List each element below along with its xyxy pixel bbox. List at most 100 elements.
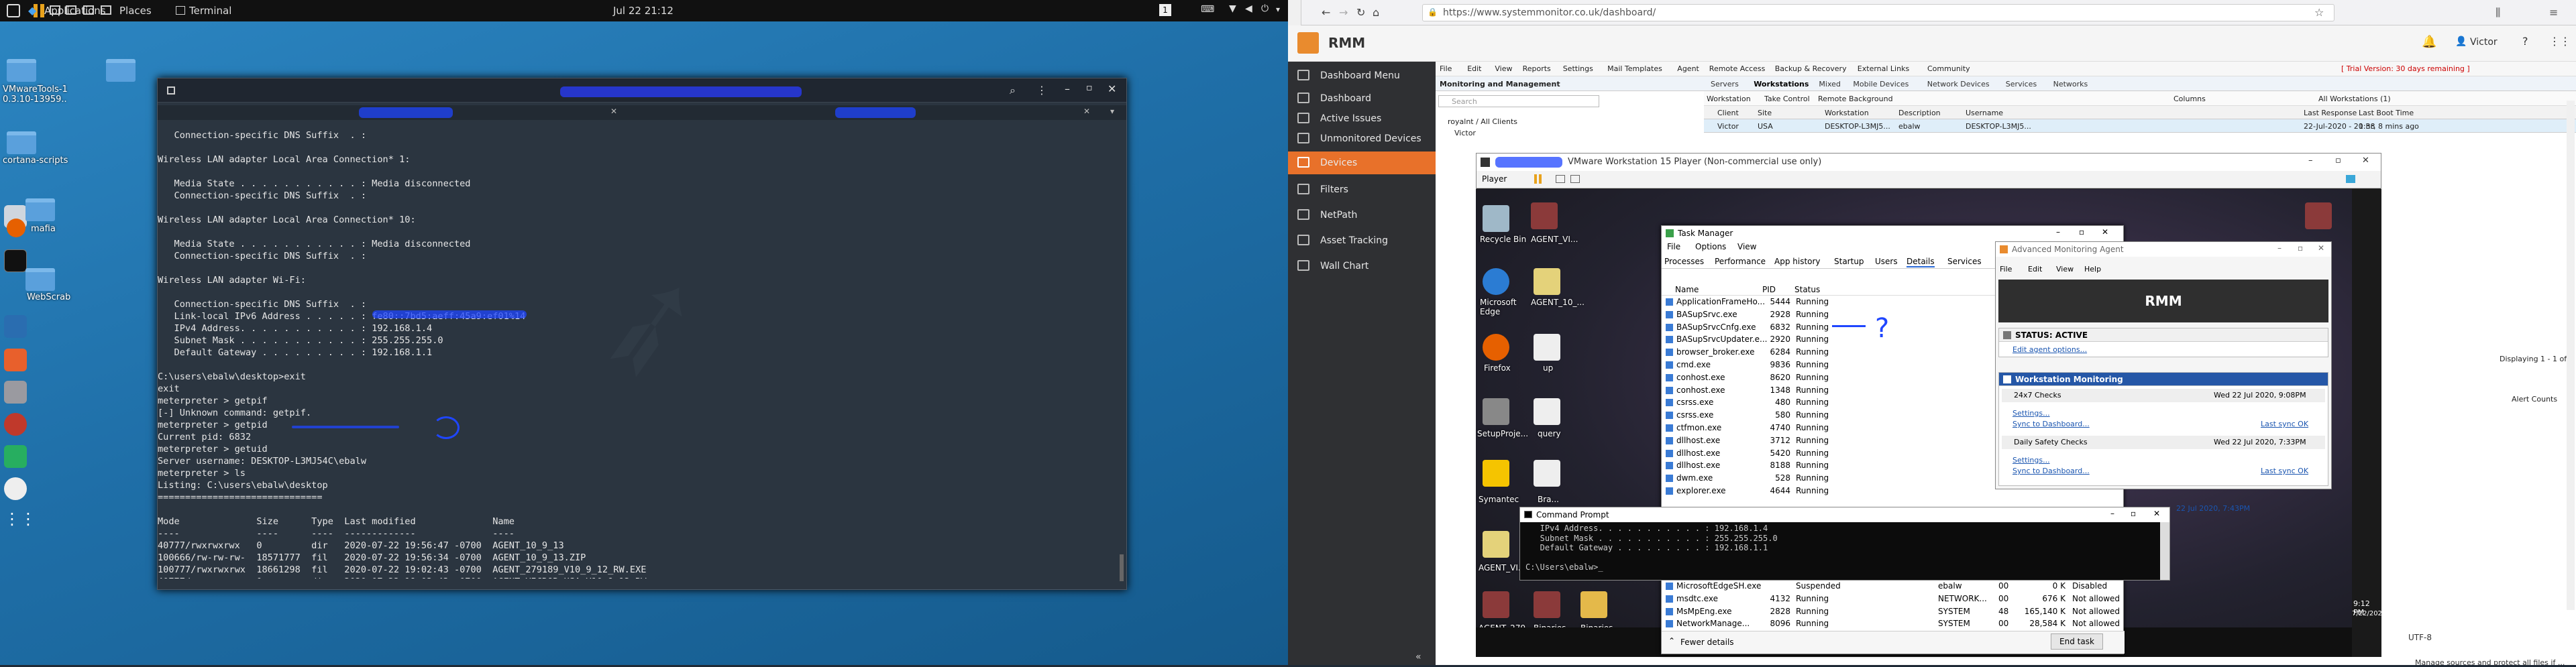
tm-tab-services[interactable]: Services: [1947, 257, 1982, 266]
apps-grid-icon[interactable]: ⋮⋮: [2549, 35, 2571, 48]
user-name[interactable]: Victor: [2470, 37, 2498, 48]
tm-process-row[interactable]: dwm.exe 528 Running: [1663, 472, 2039, 484]
tm-process-row[interactable]: browser_broker.exe 6284 Running: [1663, 346, 2039, 358]
tree-victor[interactable]: Victor: [1454, 129, 1476, 137]
kali-dragon-icon[interactable]: ◆: [28, 4, 36, 17]
check1-sync-link[interactable]: Sync to Dashboard...: [2012, 420, 2090, 428]
take-control-button[interactable]: Take Control: [1764, 95, 1810, 103]
menubar-item[interactable]: Mail Templates: [1607, 64, 1662, 73]
tm-menu-item[interactable]: Options: [1695, 242, 1726, 251]
agent-vi-icon[interactable]: [1531, 202, 1558, 229]
winrar-icon[interactable]: [2305, 202, 2332, 229]
up-file-icon[interactable]: [1534, 334, 1560, 361]
metasploit-icon[interactable]: [4, 315, 27, 338]
tab-network-devices[interactable]: Network Devices: [1927, 80, 1990, 88]
remote-background-button[interactable]: Remote Background: [1818, 95, 1893, 103]
tm-process-row[interactable]: dllhost.exe 5420 Running: [1663, 447, 2039, 459]
search-icon[interactable]: ⌕: [1010, 84, 1016, 97]
forward-icon[interactable]: →: [1339, 6, 1348, 19]
tm-col-name[interactable]: Name: [1675, 285, 1699, 294]
agent-menu-item[interactable]: View: [2056, 265, 2074, 274]
firefox-guest-icon[interactable]: [1483, 334, 1509, 361]
vmwaretools-folder-icon[interactable]: [7, 59, 36, 82]
sidebar-unmonitored[interactable]: Unmonitored Devices: [1288, 127, 1436, 150]
tm-process-row[interactable]: BASupSrvcUpdater.e... 2920 Running: [1663, 333, 2039, 345]
tm-menu-item[interactable]: View: [1737, 242, 1756, 251]
sidebar-asset-tracking[interactable]: Asset Tracking: [1288, 229, 1436, 252]
webscrab-folder-icon[interactable]: [25, 268, 55, 291]
firefox-icon[interactable]: [7, 219, 25, 237]
bra-file-icon[interactable]: [1534, 460, 1560, 487]
tab-mixed[interactable]: Mixed: [1819, 80, 1840, 88]
menubar-item[interactable]: Edit: [1467, 64, 1481, 73]
close-icon[interactable]: ✕: [1108, 82, 1116, 95]
fewer-details-button[interactable]: Fewer details: [1680, 638, 1734, 647]
vm-minimize-icon[interactable]: –: [2308, 156, 2313, 166]
applications-menu[interactable]: Applications: [44, 5, 106, 17]
tm-process-row[interactable]: ctfmon.exe 4740 Running: [1663, 422, 2039, 434]
edit-agent-options-link[interactable]: Edit agent options...: [2012, 345, 2087, 354]
tm-col-pid[interactable]: PID: [1762, 285, 1776, 294]
agent-maximize-icon[interactable]: ▫: [2298, 243, 2303, 253]
tab-close-icon-2[interactable]: ✕: [1083, 107, 1090, 116]
armitage-icon[interactable]: [4, 381, 27, 404]
tm-process-row[interactable]: BASupSrvc.exe 2928 Running: [1663, 308, 2039, 320]
tm-tab-performance[interactable]: Performance: [1715, 257, 1766, 266]
grid-cell-1[interactable]: USA: [1758, 122, 1773, 131]
tab-menu-icon[interactable]: ▾: [1110, 107, 1114, 116]
tm-process-row[interactable]: explorer.exe 4644 Running: [1663, 485, 2039, 497]
symantec-icon[interactable]: [1483, 460, 1509, 487]
places-menu[interactable]: Places: [119, 5, 152, 17]
cmd-minimize-icon[interactable]: –: [2110, 509, 2114, 518]
bell-icon[interactable]: 🔔: [2422, 35, 2436, 49]
tm-process-row[interactable]: NetworkManage... 8096 Running SYSTEM 00 28,58…: [1663, 617, 2123, 629]
grid-header-2[interactable]: Workstation: [1825, 109, 1869, 117]
tm-process-row[interactable]: dllhost.exe 3712 Running: [1663, 434, 2039, 446]
keyboard-icon[interactable]: ⌨: [1201, 4, 1214, 15]
chevron-up-icon[interactable]: ⌃: [1668, 636, 1675, 646]
vm-help-icon[interactable]: [2346, 175, 2355, 183]
minimize-icon[interactable]: –: [1065, 82, 1070, 95]
power-icon[interactable]: ⏻: [1261, 3, 1269, 14]
tm-process-row[interactable]: BASupSrvcCnfg.exe 6832 Running: [1663, 321, 2039, 333]
kali-clock[interactable]: Jul 22 21:12: [613, 5, 674, 17]
query-file-icon[interactable]: [1534, 398, 1560, 425]
tm-maximize-icon[interactable]: ▫: [2079, 227, 2084, 237]
library-icon[interactable]: ⫼: [2496, 6, 2500, 19]
collapse-sidebar-icon[interactable]: «: [1415, 652, 1421, 662]
sidebar-active-issues[interactable]: Active Issues: [1288, 107, 1436, 130]
sidebar-wall-chart[interactable]: Wall Chart: [1288, 255, 1436, 278]
workstation-dropdown[interactable]: Workstation: [1707, 95, 1751, 103]
vm-pause-icon[interactable]: [1534, 174, 1537, 184]
grid-cell-6[interactable]: 1 hr, 8 mins ago: [2359, 122, 2419, 131]
cmd-scrollbar[interactable]: [2160, 522, 2169, 580]
menubar-item[interactable]: File: [1440, 64, 1452, 73]
tab-networks[interactable]: Networks: [2053, 80, 2088, 88]
cmd-maximize-icon[interactable]: ▫: [2131, 509, 2136, 518]
edge-icon[interactable]: [1483, 268, 1509, 295]
url-bar[interactable]: https://www.systemmonitor.co.uk/dashboar…: [1422, 4, 2334, 21]
tm-process-row[interactable]: conhost.exe 1348 Running: [1663, 384, 2039, 396]
user-icon[interactable]: 👤: [2455, 36, 2467, 47]
check2-sync-link[interactable]: Sync to Dashboard...: [2012, 467, 2090, 475]
tm-process-row[interactable]: MsMpEng.exe 2828 Running SYSTEM 48 165,140 K N…: [1663, 605, 2123, 617]
cmd-close-icon[interactable]: ✕: [2153, 509, 2160, 518]
agent-menu-item[interactable]: File: [2000, 265, 2012, 274]
sidebar-filters[interactable]: Filters: [1288, 178, 1436, 201]
terminal-app-label[interactable]: Terminal: [189, 5, 231, 17]
tm-tab-app-history[interactable]: App history: [1774, 257, 1821, 266]
show-apps-icon[interactable]: ⋮⋮: [4, 509, 36, 532]
grid-cell-0[interactable]: Victor: [1717, 122, 1739, 131]
grid-header-0[interactable]: Client: [1717, 109, 1739, 117]
cherry-icon[interactable]: [4, 413, 27, 436]
tree-root[interactable]: royalnt / All Clients: [1448, 117, 1517, 126]
tm-tab-startup[interactable]: Startup: [1834, 257, 1864, 266]
tm-tab-processes[interactable]: Processes: [1664, 257, 1704, 266]
alert-counts[interactable]: Alert Counts: [2512, 395, 2557, 404]
columns-dropdown[interactable]: Columns: [2174, 95, 2206, 103]
menubar-item[interactable]: Remote Access: [1709, 64, 1766, 73]
back-icon[interactable]: ←: [1322, 6, 1330, 19]
check1-settings-link[interactable]: Settings...: [2012, 409, 2050, 418]
vm-maximize-icon[interactable]: ▫: [2335, 156, 2341, 166]
terminal-dock-icon[interactable]: [4, 249, 27, 272]
